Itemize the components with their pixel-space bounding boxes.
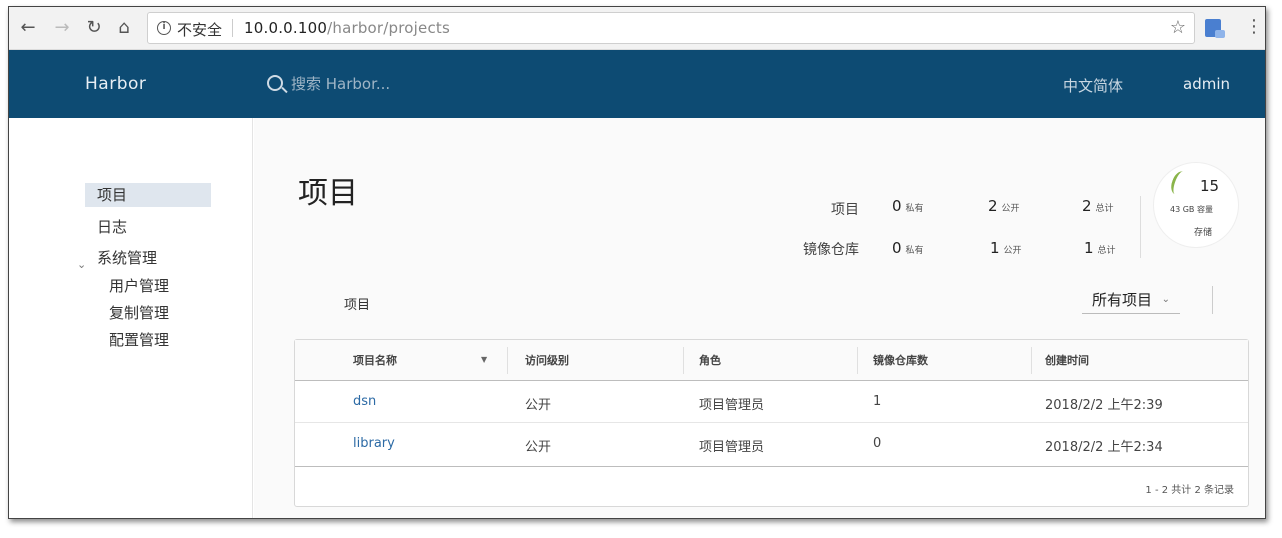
stat-unit: 总计 — [1095, 204, 1114, 214]
stat-value: 2 — [1082, 197, 1092, 215]
column-header-access[interactable]: 访问级别 — [525, 352, 569, 368]
storage-gauge: 15 43 GB 容量 存储 — [1153, 162, 1239, 248]
storage-count: 15 — [1200, 177, 1220, 195]
browser-toolbar: ← → ↻ ⌂ i 不安全 10.0.0.100/harbor/projects… — [9, 7, 1265, 50]
stat-value: 0 — [892, 239, 902, 257]
stat-value: 0 — [892, 197, 902, 215]
insecure-label: 不安全 — [177, 21, 223, 39]
table-header: 项目名称 ▼ 访问级别 角色 镜像仓库数 创建时间 — [295, 340, 1248, 381]
creation-time: 2018/2/2 上午2:34 — [1045, 440, 1163, 455]
role: 项目管理员 — [699, 440, 765, 455]
storage-size: 43 GB 容量 — [1170, 205, 1213, 214]
stat-value: 1 — [1084, 239, 1094, 257]
stat-projects-total: 2 总计 — [1082, 197, 1114, 215]
address-bar[interactable]: i 不安全 10.0.0.100/harbor/projects ☆ — [147, 12, 1195, 44]
bookmark-star-icon[interactable]: ☆ — [1170, 17, 1186, 38]
stat-value: 1 — [990, 239, 1000, 257]
column-separator[interactable] — [1031, 347, 1032, 374]
info-icon[interactable]: i — [157, 21, 171, 35]
url-host: 10.0.0.100 — [244, 19, 328, 37]
filter-divider — [1212, 286, 1213, 314]
role: 项目管理员 — [699, 398, 765, 413]
url-divider — [232, 19, 233, 37]
column-header-name[interactable]: 项目名称 — [353, 352, 397, 368]
project-filter-select[interactable]: 所有项目 ⌄ — [1082, 286, 1180, 314]
column-header-role[interactable]: 角色 — [699, 352, 721, 368]
access-level: 公开 — [525, 398, 552, 413]
filter-selected: 所有项目 — [1092, 291, 1153, 309]
repo-count: 0 — [873, 436, 882, 451]
sidebar-item-logs[interactable]: 日志 — [97, 215, 127, 239]
stat-label-repos: 镜像仓库 — [803, 242, 859, 258]
search-icon — [267, 75, 283, 91]
stat-value: 2 — [988, 197, 998, 215]
access-level: 公开 — [525, 440, 552, 455]
project-name-link[interactable]: library — [353, 436, 395, 451]
column-separator[interactable] — [683, 347, 684, 374]
sidebar-item-system-admin[interactable]: 系统管理 — [97, 246, 157, 270]
column-header-created[interactable]: 创建时间 — [1045, 352, 1089, 368]
url-path: /harbor/projects — [327, 19, 451, 37]
stat-repos-private: 0 私有 — [892, 239, 924, 257]
project-name-link[interactable]: dsn — [353, 394, 376, 409]
stat-repos-public: 1 公开 — [990, 239, 1022, 257]
table-row: dsn 公开 项目管理员 1 2018/2/2 上午2:39 — [295, 381, 1248, 423]
back-icon[interactable]: ← — [17, 17, 39, 39]
storage-label: 存储 — [1194, 228, 1213, 238]
chevron-down-icon: ⌄ — [1161, 294, 1170, 305]
stat-repos-total: 1 总计 — [1084, 239, 1116, 257]
stat-unit: 公开 — [1001, 204, 1020, 214]
stat-unit: 私有 — [905, 246, 924, 256]
table-row: library 公开 项目管理员 0 2018/2/2 上午2:34 — [295, 423, 1248, 465]
stat-unit: 总计 — [1097, 246, 1116, 256]
page-title: 项目 — [298, 176, 358, 211]
sidebar-item-projects[interactable]: 项目 — [85, 183, 211, 207]
user-menu[interactable]: admin — [1183, 75, 1230, 93]
pagination-summary: 1 - 2 共计 2 条记录 — [1145, 485, 1234, 496]
section-title: 项目 — [344, 298, 371, 313]
creation-time: 2018/2/2 上午2:39 — [1045, 398, 1163, 413]
sidebar-item-replication[interactable]: 复制管理 — [109, 301, 169, 325]
sort-icon[interactable]: ▼ — [481, 355, 487, 364]
stat-divider — [1140, 196, 1141, 258]
stat-unit: 公开 — [1003, 246, 1022, 256]
storage-arc — [1168, 169, 1190, 197]
projects-table: 项目名称 ▼ 访问级别 角色 镜像仓库数 创建时间 dsn 公开 项目管理员 1… — [294, 339, 1249, 507]
language-switcher[interactable]: 中文简体 — [1063, 75, 1123, 96]
sidebar-item-users[interactable]: 用户管理 — [109, 274, 169, 298]
url-text[interactable]: 10.0.0.100/harbor/projects — [244, 19, 450, 37]
extension-icon[interactable] — [1205, 19, 1225, 38]
stat-projects-public: 2 公开 — [988, 197, 1020, 215]
stat-projects-private: 0 私有 — [892, 197, 924, 215]
chevron-down-icon[interactable]: ⌄ — [77, 258, 86, 271]
column-header-repo-count[interactable]: 镜像仓库数 — [873, 352, 928, 368]
brand-logo[interactable]: Harbor — [85, 74, 146, 94]
search-input[interactable] — [291, 72, 591, 96]
browser-window: ← → ↻ ⌂ i 不安全 10.0.0.100/harbor/projects… — [8, 6, 1266, 519]
column-separator[interactable] — [507, 347, 508, 374]
sidebar-item-configuration[interactable]: 配置管理 — [109, 328, 169, 352]
main-content: 项目 项目 镜像仓库 0 私有 2 公开 2 总计 0 私有 1 公开 1 总计 15 43… — [254, 118, 1265, 518]
app-header: Harbor 中文简体 admin — [9, 50, 1265, 118]
table-footer: 1 - 2 共计 2 条记录 — [295, 466, 1248, 506]
kebab-menu-icon[interactable]: ⋮ — [1245, 16, 1263, 38]
repo-count: 1 — [873, 394, 882, 409]
forward-icon[interactable]: → — [51, 17, 73, 39]
stat-unit: 私有 — [905, 204, 924, 214]
stat-label-projects: 项目 — [831, 202, 859, 218]
sidebar: 项目 日志 ⌄ 系统管理 用户管理 复制管理 配置管理 — [9, 118, 253, 518]
column-separator[interactable] — [857, 347, 858, 374]
home-icon[interactable]: ⌂ — [113, 17, 135, 39]
reload-icon[interactable]: ↻ — [83, 17, 105, 39]
